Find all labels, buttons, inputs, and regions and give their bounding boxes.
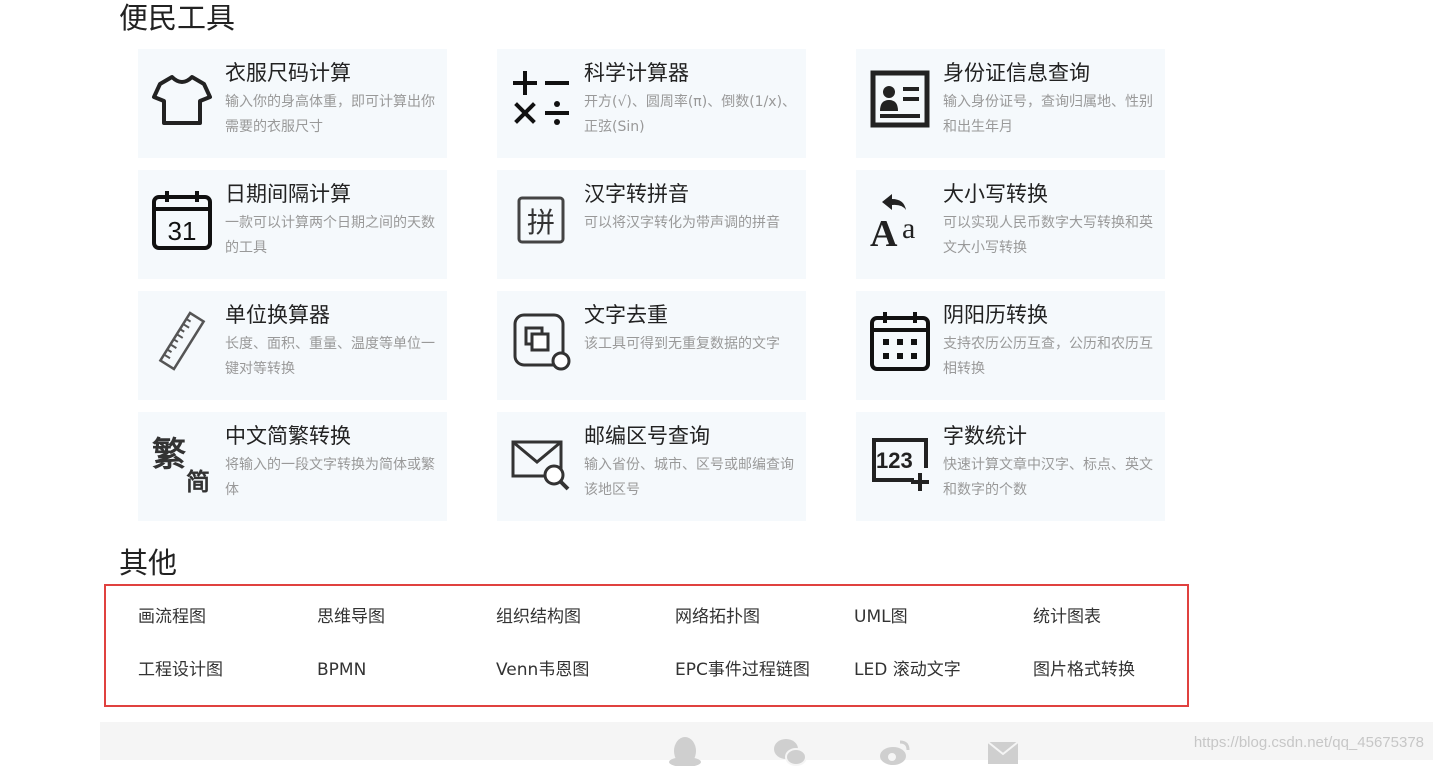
tool-card-case-convert[interactable]: A a 大小写转换 可以实现人民币数字大写转换和英文大小写转换 — [856, 170, 1165, 279]
tool-title: 身份证信息查询 — [943, 61, 1090, 85]
tool-card-date-interval[interactable]: 31 日期间隔计算 一款可以计算两个日期之间的天数的工具 — [138, 170, 447, 279]
calendar-31-icon: 31 — [150, 188, 214, 252]
mail-icon[interactable] — [986, 736, 1020, 766]
tool-desc: 输入省份、城市、区号或邮编查询该地区号 — [584, 457, 794, 498]
tool-card-id-lookup[interactable]: 身份证信息查询 输入身份证号，查询归属地、性别和出生年月 — [856, 49, 1165, 158]
tool-card-pinyin[interactable]: 拼 汉字转拼音 可以将汉字转化为带声调的拼音 — [497, 170, 806, 279]
tool-card-lunar-solar[interactable]: 阴阳历转换 支持农历公历互查，公历和农历互相转换 — [856, 291, 1165, 400]
other-link-engineering[interactable]: 工程设计图 — [138, 657, 317, 710]
tool-desc: 输入你的身高体重，即可计算出你需要的衣服尺寸 — [225, 94, 435, 135]
ruler-icon — [150, 309, 214, 373]
id-card-icon — [868, 67, 932, 131]
section-title-tools: 便民工具 — [119, 1, 236, 35]
wechat-icon[interactable] — [773, 736, 807, 766]
tool-card-text-dedupe[interactable]: 文字去重 该工具可得到无重复数据的文字 — [497, 291, 806, 400]
other-link-epc[interactable]: EPC事件过程链图 — [675, 657, 854, 710]
other-link-flowchart[interactable]: 画流程图 — [138, 604, 317, 657]
other-link-image-format[interactable]: 图片格式转换 — [1033, 657, 1212, 710]
tool-title: 日期间隔计算 — [225, 182, 351, 206]
tool-card-word-count[interactable]: 123 字数统计 快速计算文章中汉字、标点、英文和数字的个数 — [856, 412, 1165, 521]
case-convert-icon: A a — [868, 188, 932, 252]
tool-desc: 可以实现人民币数字大写转换和英文大小写转换 — [943, 215, 1153, 256]
tool-title: 中文简繁转换 — [225, 424, 351, 448]
watermark: https://blog.csdn.net/qq_45675378 — [1193, 734, 1424, 751]
svg-text:31: 31 — [168, 216, 197, 246]
calculator-icon — [509, 67, 573, 131]
tool-title: 字数统计 — [943, 424, 1027, 448]
tool-card-simp-trad[interactable]: 繁 简 中文简繁转换 将输入的一段文字转换为简体或繁体 — [138, 412, 447, 521]
other-link-statistics-chart[interactable]: 统计图表 — [1033, 604, 1212, 657]
tool-title: 科学计算器 — [584, 61, 689, 85]
tool-desc: 一款可以计算两个日期之间的天数的工具 — [225, 215, 435, 256]
svg-text:拼: 拼 — [527, 206, 555, 239]
tool-desc: 长度、面积、重量、温度等单位一键对等转换 — [225, 336, 435, 377]
tool-title: 大小写转换 — [943, 182, 1048, 206]
tool-desc: 支持农历公历互查，公历和农历互相转换 — [943, 336, 1153, 377]
svg-text:123: 123 — [876, 448, 913, 473]
qq-icon[interactable] — [668, 736, 702, 766]
svg-text:简: 简 — [186, 468, 210, 494]
weibo-icon[interactable] — [878, 736, 912, 766]
tools-grid: 衣服尺码计算 输入你的身高体重，即可计算出你需要的衣服尺寸 科学计算器 开方(√… — [138, 49, 1165, 521]
svg-text:a: a — [902, 212, 915, 245]
count-123-icon: 123 — [868, 430, 932, 494]
tool-title: 阴阳历转换 — [943, 303, 1048, 327]
calendar-grid-icon — [868, 309, 932, 373]
other-link-led-scroll[interactable]: LED 滚动文字 — [854, 657, 1033, 710]
svg-text:A: A — [870, 213, 898, 252]
tool-title: 文字去重 — [584, 303, 668, 327]
tool-title: 汉字转拼音 — [584, 182, 689, 206]
tool-card-clothing-size[interactable]: 衣服尺码计算 输入你的身高体重，即可计算出你需要的衣服尺寸 — [138, 49, 447, 158]
other-link-bpmn[interactable]: BPMN — [317, 657, 496, 710]
tshirt-icon — [150, 67, 214, 131]
tool-desc: 可以将汉字转化为带声调的拼音 — [584, 215, 780, 231]
tool-title: 单位换算器 — [225, 303, 330, 327]
other-links-grid: 画流程图 思维导图 组织结构图 网络拓扑图 UML图 统计图表 工程设计图 BP… — [138, 604, 1212, 710]
tool-desc: 输入身份证号，查询归属地、性别和出生年月 — [943, 94, 1153, 135]
pinyin-icon: 拼 — [509, 188, 573, 252]
svg-text:繁: 繁 — [152, 435, 186, 475]
simp-trad-icon: 繁 简 — [150, 430, 214, 494]
mail-search-icon — [509, 430, 573, 494]
other-link-uml[interactable]: UML图 — [854, 604, 1033, 657]
tool-title: 衣服尺码计算 — [225, 61, 351, 85]
tool-desc: 快速计算文章中汉字、标点、英文和数字的个数 — [943, 457, 1153, 498]
tool-card-postcode-lookup[interactable]: 邮编区号查询 输入省份、城市、区号或邮编查询该地区号 — [497, 412, 806, 521]
tool-title: 邮编区号查询 — [584, 424, 710, 448]
dedupe-icon — [509, 309, 573, 373]
tool-desc: 开方(√)、圆周率(π)、倒数(1/x)、正弦(Sin) — [584, 94, 797, 135]
other-link-venn[interactable]: Venn韦恩图 — [496, 657, 675, 710]
section-title-other: 其他 — [119, 546, 178, 580]
tool-desc: 将输入的一段文字转换为简体或繁体 — [225, 457, 435, 498]
tool-card-unit-converter[interactable]: 单位换算器 长度、面积、重量、温度等单位一键对等转换 — [138, 291, 447, 400]
tool-card-scientific-calculator[interactable]: 科学计算器 开方(√)、圆周率(π)、倒数(1/x)、正弦(Sin) — [497, 49, 806, 158]
other-link-mindmap[interactable]: 思维导图 — [317, 604, 496, 657]
other-links-box: 画流程图 思维导图 组织结构图 网络拓扑图 UML图 统计图表 工程设计图 BP… — [104, 584, 1189, 707]
other-link-org-chart[interactable]: 组织结构图 — [496, 604, 675, 657]
tool-desc: 该工具可得到无重复数据的文字 — [584, 336, 780, 352]
other-link-network-topology[interactable]: 网络拓扑图 — [675, 604, 854, 657]
